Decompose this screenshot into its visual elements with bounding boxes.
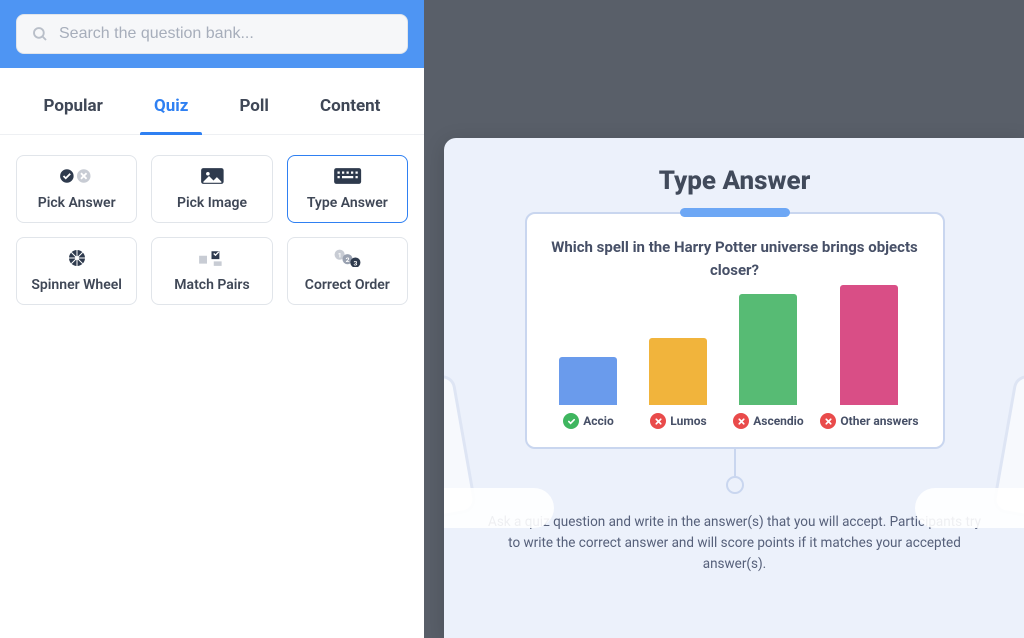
question-type-grid: Pick Answer Pick Image Type Answer Spinn… bbox=[0, 135, 424, 325]
tab-content[interactable]: Content bbox=[306, 88, 394, 134]
tile-label: Pick Image bbox=[177, 195, 247, 211]
image-icon bbox=[200, 167, 225, 185]
tile-label: Match Pairs bbox=[174, 277, 249, 293]
pointer-ring-icon bbox=[726, 476, 744, 494]
chart-bar bbox=[840, 285, 898, 405]
wheel-icon bbox=[68, 249, 86, 267]
svg-text:3: 3 bbox=[353, 259, 357, 267]
chart-bar bbox=[649, 338, 707, 405]
chart-bar-column: Ascendio bbox=[730, 294, 806, 429]
chart-bars: Accio Lumos Ascendio Other answers bbox=[551, 299, 919, 429]
left-panel: Popular Quiz Poll Content Pick Answer Pi… bbox=[0, 0, 424, 638]
category-tabs: Popular Quiz Poll Content bbox=[0, 68, 424, 135]
preview-pane: Type Answer Which spell in the Harry Pot… bbox=[424, 0, 1024, 638]
chart-frame: Which spell in the Harry Potter universe… bbox=[525, 212, 945, 449]
tile-type-answer[interactable]: Type Answer bbox=[287, 155, 408, 223]
svg-text:1: 1 bbox=[338, 251, 342, 259]
search-bar-container bbox=[0, 0, 424, 68]
tile-correct-order[interactable]: 123 Correct Order bbox=[287, 237, 408, 305]
check-x-icon bbox=[59, 167, 95, 185]
tile-pick-answer[interactable]: Pick Answer bbox=[16, 155, 137, 223]
tile-pick-image[interactable]: Pick Image bbox=[151, 155, 272, 223]
chart-bar-label: Accio bbox=[563, 413, 614, 429]
pairs-icon bbox=[198, 249, 225, 267]
chart-bar-label: Other answers bbox=[820, 413, 918, 429]
chart-bar-column: Lumos bbox=[640, 338, 716, 429]
preview-title: Type Answer bbox=[659, 166, 811, 196]
chart-bar bbox=[739, 294, 797, 405]
tab-popular[interactable]: Popular bbox=[30, 88, 117, 134]
search-icon bbox=[31, 25, 49, 43]
chart-bar-column: Accio bbox=[551, 357, 627, 429]
search-bar[interactable] bbox=[16, 14, 408, 54]
chart-bar-label: Ascendio bbox=[733, 413, 803, 429]
preview-description: Ask a quiz question and write in the ans… bbox=[482, 512, 987, 575]
order-icon: 123 bbox=[334, 249, 361, 267]
search-input[interactable] bbox=[59, 25, 393, 43]
tile-label: Correct Order bbox=[305, 277, 390, 293]
x-circle-icon bbox=[733, 413, 749, 429]
tile-label: Spinner Wheel bbox=[31, 277, 122, 293]
chart-question: Which spell in the Harry Potter universe… bbox=[551, 236, 919, 281]
chart-bar-label: Lumos bbox=[650, 413, 706, 429]
chart-bar bbox=[559, 357, 617, 405]
svg-text:2: 2 bbox=[345, 256, 349, 264]
x-circle-icon bbox=[650, 413, 666, 429]
tile-spinner-wheel[interactable]: Spinner Wheel bbox=[16, 237, 137, 305]
tab-poll[interactable]: Poll bbox=[225, 88, 282, 134]
pointer-stem bbox=[734, 448, 736, 478]
preview-card: Type Answer Which spell in the Harry Pot… bbox=[444, 138, 1024, 638]
cloud-decoration bbox=[444, 488, 554, 528]
tile-match-pairs[interactable]: Match Pairs bbox=[151, 237, 272, 305]
check-circle-icon bbox=[563, 413, 579, 429]
cloud-decoration bbox=[915, 488, 1024, 528]
tile-label: Pick Answer bbox=[38, 195, 116, 211]
x-circle-icon bbox=[820, 413, 836, 429]
keyboard-icon bbox=[333, 167, 362, 185]
chart-bar-column: Other answers bbox=[820, 285, 918, 429]
tile-label: Type Answer bbox=[307, 195, 388, 211]
tab-quiz[interactable]: Quiz bbox=[140, 88, 202, 134]
